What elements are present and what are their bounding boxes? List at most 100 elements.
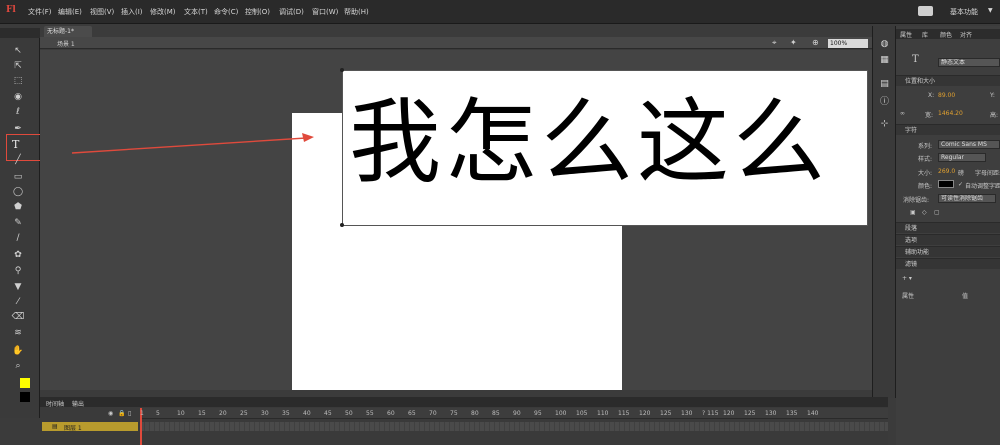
menu-edit[interactable]: 编辑(E) xyxy=(58,7,82,17)
height-label: 高: xyxy=(990,112,999,119)
edit-bar xyxy=(40,37,872,49)
library-icon[interactable]: ▤ xyxy=(878,78,891,90)
tab-properties[interactable]: 属性 xyxy=(900,30,912,39)
zoom-tool-icon[interactable]: ⌕ xyxy=(10,359,26,373)
section-options[interactable]: 选项 xyxy=(896,234,1000,245)
letter-spacing-label: 字母间距: xyxy=(975,170,1000,177)
brush-tool-icon[interactable]: ∕ xyxy=(10,231,26,245)
text-tool-icon[interactable]: T xyxy=(12,138,19,151)
layer-frames[interactable] xyxy=(140,422,888,431)
3d-rotation-icon[interactable]: ◉ xyxy=(10,90,26,104)
rectangle-tool-icon[interactable]: ▭ xyxy=(10,170,26,184)
swatches-icon[interactable]: ▦ xyxy=(878,54,891,66)
tab-library[interactable]: 库 xyxy=(922,30,928,39)
tab-output[interactable]: 输出 xyxy=(72,399,84,408)
free-transform-icon[interactable]: ⬚ xyxy=(10,74,26,88)
pencil-tool-icon[interactable]: ✎ xyxy=(10,216,26,230)
fill-color-swatch[interactable] xyxy=(20,392,30,402)
edit-scene-icon[interactable]: ⌖ xyxy=(772,38,777,48)
color-wheel-icon[interactable]: ◍ xyxy=(878,38,891,50)
auto-kern-checkbox[interactable]: ✓ xyxy=(958,181,963,188)
center-stage-icon[interactable]: ⊕ xyxy=(812,38,819,47)
text-field-handle[interactable] xyxy=(340,68,344,72)
text-field-content[interactable]: 我怎么这么 xyxy=(349,93,829,193)
info-icon[interactable]: ⓘ xyxy=(878,96,891,108)
subselection-tool-icon[interactable]: ⇱ xyxy=(10,59,26,73)
text-type-select[interactable]: 静态文本 xyxy=(938,58,1000,67)
section-paragraph[interactable]: 段落 xyxy=(896,222,1000,233)
outline-icon[interactable]: ▯ xyxy=(128,410,131,417)
tab-color[interactable]: 颜色 xyxy=(940,30,952,39)
text-color-swatch[interactable] xyxy=(938,180,954,188)
menu-control[interactable]: 控制(O) xyxy=(245,7,270,17)
frame-number: 135 xyxy=(786,410,798,417)
x-value[interactable]: 89.00 xyxy=(938,92,955,99)
section-filters[interactable]: 滤镜 xyxy=(896,258,1000,269)
frame-number: 30 xyxy=(261,410,269,417)
menu-view[interactable]: 视图(V) xyxy=(90,7,114,17)
x-label: X: xyxy=(928,92,935,99)
eraser-icon[interactable]: ⌫ xyxy=(10,310,26,324)
width-label: 宽: xyxy=(925,112,934,119)
menu-insert[interactable]: 插入(I) xyxy=(121,7,143,17)
menu-commands[interactable]: 命令(C) xyxy=(214,7,238,17)
zoom-select[interactable]: 100% xyxy=(828,39,868,48)
scene-breadcrumb[interactable]: 场景 1 xyxy=(57,39,75,48)
bone-tool-icon[interactable]: ⚲ xyxy=(10,264,26,278)
deco-tool-icon[interactable]: ✿ xyxy=(10,248,26,262)
eyedropper-icon[interactable]: ⁄ xyxy=(10,295,26,309)
font-style-select[interactable]: Regular xyxy=(938,153,986,162)
menu-file[interactable]: 文件(F) xyxy=(28,7,52,17)
border-icon[interactable]: ▢ xyxy=(934,209,940,216)
width-value[interactable]: 1464.20 xyxy=(938,110,963,117)
selectable-icon[interactable]: ▣ xyxy=(910,209,916,216)
line-tool-icon[interactable]: ╱ xyxy=(10,153,26,167)
menu-help[interactable]: 帮助(H) xyxy=(344,7,369,17)
hand-tool-icon[interactable]: ✋ xyxy=(10,344,26,358)
frame-number: 70 xyxy=(429,410,437,417)
text-field[interactable]: 我怎么这么 xyxy=(342,70,868,226)
add-filter-icon[interactable]: + ▾ xyxy=(902,275,912,282)
section-character[interactable]: 字符 xyxy=(896,124,1000,135)
render-html-icon[interactable]: ◇ xyxy=(922,209,927,216)
menu-text[interactable]: 文本(T) xyxy=(184,7,208,17)
menu-debug[interactable]: 调试(D) xyxy=(279,7,304,17)
menu-window[interactable]: 窗口(W) xyxy=(312,7,338,17)
frame-number: 50 xyxy=(345,410,353,417)
frame-number: 100 xyxy=(555,410,567,417)
stroke-color-swatch[interactable] xyxy=(20,378,30,388)
section-position-size[interactable]: 位置和大小 xyxy=(896,75,1000,86)
lock-icon[interactable]: 🔒 xyxy=(118,410,125,417)
width-tool-icon[interactable]: ≋ xyxy=(10,326,26,340)
antialias-label: 消除锯齿: xyxy=(903,197,930,204)
workspace-label[interactable]: 基本功能 xyxy=(950,7,978,17)
document-tab[interactable]: 无标题-1* xyxy=(44,26,92,37)
link-icon[interactable]: ∞ xyxy=(900,110,905,117)
selection-tool-icon[interactable]: ↖ xyxy=(10,44,26,58)
lasso-icon[interactable]: ℓ xyxy=(10,105,26,119)
text-tool-indicator: T xyxy=(912,54,919,65)
show-hide-icon[interactable]: ◉ xyxy=(108,410,113,417)
font-family-select[interactable]: Comic Sans MS xyxy=(938,140,1000,149)
layer-name[interactable]: 图层 1 xyxy=(64,423,82,432)
oval-tool-icon[interactable]: ◯ xyxy=(10,185,26,199)
size-value[interactable]: 269.0 xyxy=(938,168,955,175)
antialias-select[interactable]: 可读性消除锯齿 xyxy=(938,194,996,203)
menu-modify[interactable]: 修改(M) xyxy=(150,7,176,17)
section-accessibility[interactable]: 辅助功能 xyxy=(896,246,1000,257)
edit-symbol-icon[interactable]: ✦ xyxy=(790,38,797,47)
size-unit: 磅 xyxy=(958,170,965,177)
paint-bucket-icon[interactable]: ▼ xyxy=(10,280,26,294)
family-label: 系列: xyxy=(918,143,933,150)
text-field-handle[interactable] xyxy=(340,223,344,227)
transform-icon[interactable]: ⊹ xyxy=(878,118,891,130)
chevron-down-icon[interactable]: ▼ xyxy=(988,7,993,14)
frame-number: 115 xyxy=(618,410,630,417)
frame-number: 65 xyxy=(408,410,416,417)
polystar-tool-icon[interactable]: ⬟ xyxy=(10,200,26,214)
tab-timeline[interactable]: 时间轴 xyxy=(46,399,64,408)
frame-number: 95 xyxy=(534,410,542,417)
tab-align[interactable]: 对齐 xyxy=(960,30,972,39)
workspace-switcher-icon[interactable] xyxy=(918,6,933,16)
frame-number: 20 xyxy=(219,410,227,417)
